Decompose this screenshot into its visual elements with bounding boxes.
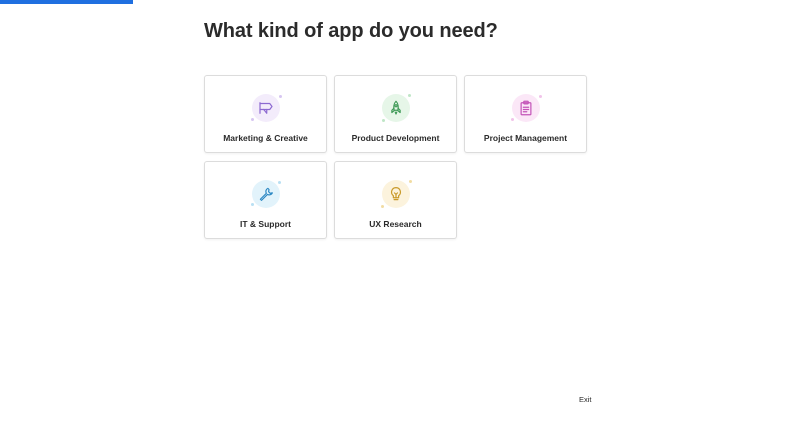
megaphone-icon	[258, 102, 273, 114]
card-label: IT & Support	[240, 219, 291, 229]
wrench-icon	[259, 187, 273, 201]
marketing-icon-badge	[249, 92, 283, 124]
card-label: Project Management	[483, 133, 568, 143]
clipboard-icon	[520, 100, 531, 116]
page-title: What kind of app do you need?	[204, 20, 498, 42]
progress-bar	[0, 0, 800, 4]
card-label: Product Development	[351, 133, 440, 143]
rocket-icon	[390, 100, 401, 115]
card-label: Marketing & Creative	[223, 133, 308, 143]
card-ux-research[interactable]: UX Research	[334, 161, 457, 239]
it-icon-badge	[249, 178, 283, 210]
card-marketing-creative[interactable]: Marketing & Creative	[204, 75, 327, 153]
ux-icon-badge	[379, 178, 413, 210]
product-icon-badge	[379, 92, 413, 124]
card-it-support[interactable]: IT & Support	[204, 161, 327, 239]
exit-link[interactable]: Exit	[579, 395, 592, 404]
card-label: UX Research	[369, 219, 422, 229]
app-type-grid: Marketing & Creative Product Development	[204, 75, 588, 239]
card-product-development[interactable]: Product Development	[334, 75, 457, 153]
project-icon-badge	[509, 92, 543, 124]
progress-bar-fill	[0, 0, 133, 4]
card-project-management[interactable]: Project Management	[464, 75, 587, 153]
lightbulb-icon	[390, 187, 401, 201]
